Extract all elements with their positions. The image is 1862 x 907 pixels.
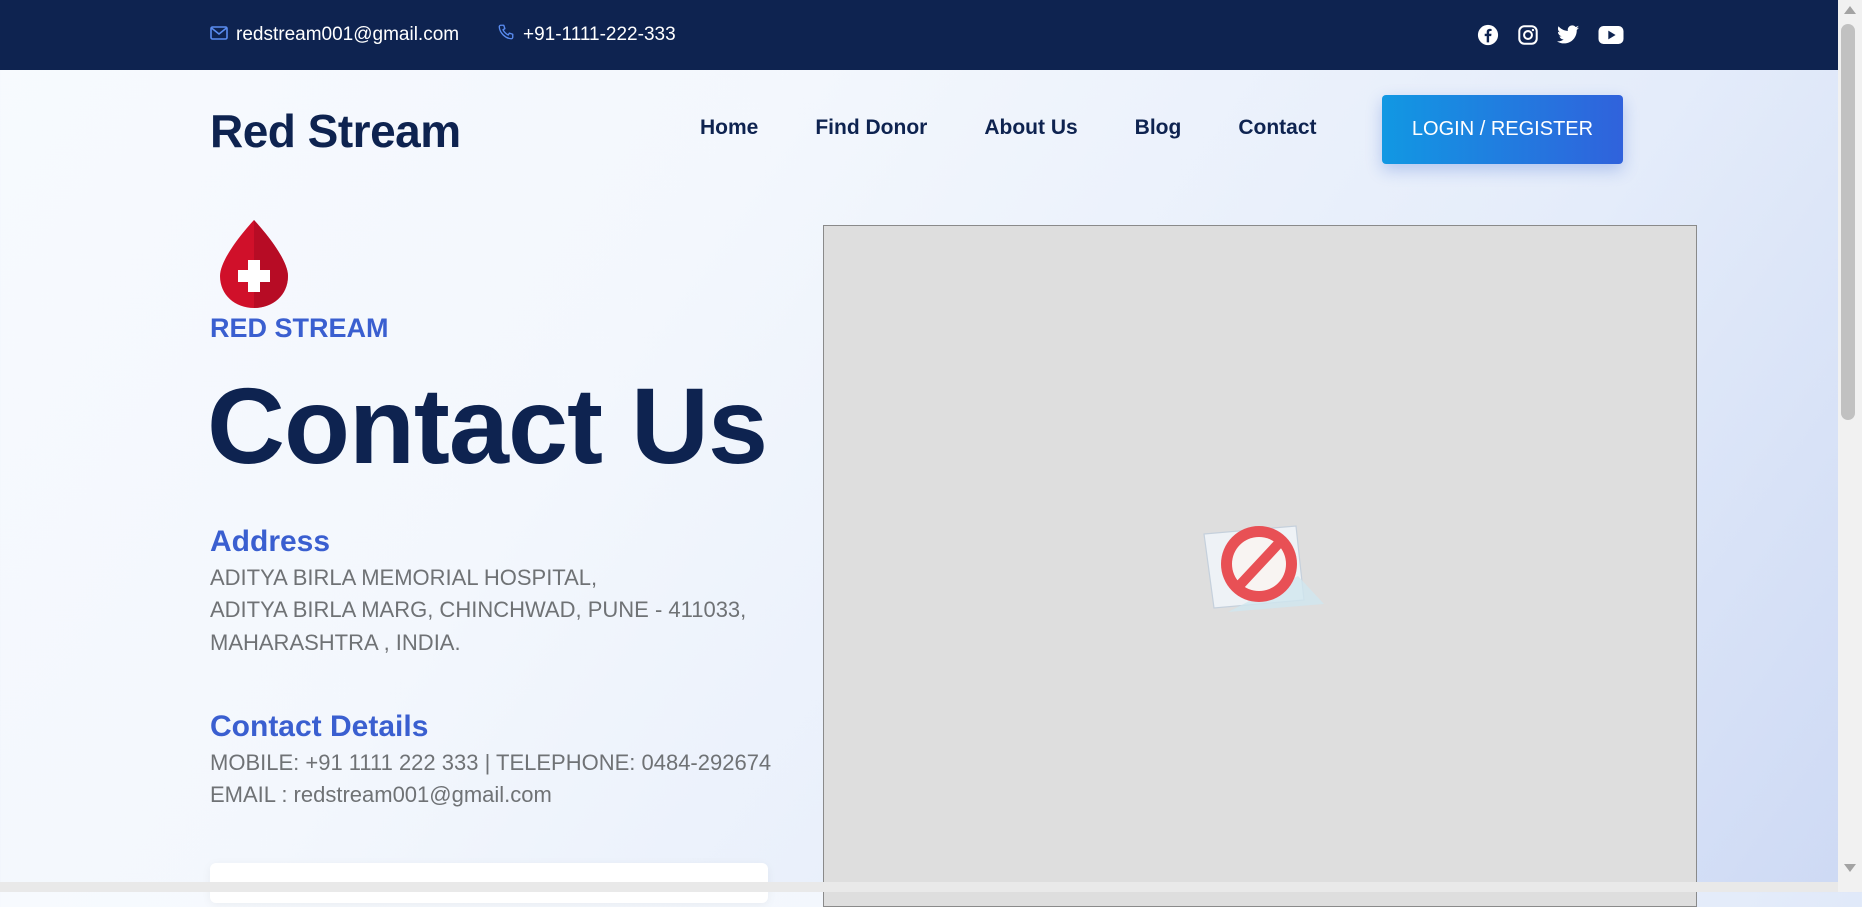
- blocked-content-icon: [1198, 516, 1324, 621]
- address-line: MAHARASHTRA , INDIA.: [210, 630, 461, 655]
- twitter-icon[interactable]: [1557, 25, 1580, 45]
- main-navbar: Red Stream Home Find Donor About Us Blog…: [0, 70, 1838, 190]
- nav-menu: Home Find Donor About Us Blog Contact: [700, 116, 1374, 140]
- phone-icon: [497, 23, 523, 47]
- scrollbar-thumb[interactable]: [1841, 24, 1855, 420]
- topbar-email[interactable]: redstream001@gmail.com: [210, 0, 459, 70]
- facebook-icon[interactable]: [1477, 24, 1499, 46]
- logo-caption: RED STREAM: [210, 313, 389, 343]
- login-register-button[interactable]: LOGIN / REGISTER: [1382, 95, 1623, 164]
- horizontal-scrollbar[interactable]: [0, 882, 1838, 892]
- mail-icon: [210, 24, 236, 46]
- topbar-phone-text: +91-1111-222-333: [523, 24, 676, 45]
- contact-details-title: Contact Details: [210, 710, 429, 743]
- scroll-up-icon[interactable]: [1844, 6, 1856, 14]
- nav-link-blog[interactable]: Blog: [1135, 116, 1182, 140]
- address-line: ADITYA BIRLA MEMORIAL HOSPITAL,: [210, 565, 598, 590]
- scroll-down-icon[interactable]: [1844, 864, 1856, 872]
- youtube-icon[interactable]: [1598, 25, 1624, 45]
- map-embed[interactable]: [823, 225, 1697, 907]
- topbar-phone[interactable]: +91-1111-222-333: [497, 0, 676, 70]
- instagram-icon[interactable]: [1517, 24, 1539, 46]
- top-contact-bar: redstream001@gmail.com +91-1111-222-333: [0, 0, 1838, 70]
- topbar-email-text: redstream001@gmail.com: [236, 24, 460, 45]
- contact-email-line: EMAIL : redstream001@gmail.com: [210, 782, 552, 807]
- nav-link-home[interactable]: Home: [700, 116, 758, 140]
- brand-logo-text[interactable]: Red Stream: [210, 104, 461, 158]
- contact-phone-line: MOBILE: +91 1111 222 333 | TELEPHONE: 04…: [210, 750, 772, 775]
- nav-link-about-us[interactable]: About Us: [984, 116, 1077, 140]
- nav-link-find-donor[interactable]: Find Donor: [815, 116, 927, 140]
- address-title: Address: [210, 525, 331, 558]
- social-links: [1477, 0, 1624, 70]
- address-line: ADITYA BIRLA MARG, CHINCHWAD, PUNE - 411…: [210, 597, 747, 622]
- nav-link-contact[interactable]: Contact: [1238, 116, 1316, 140]
- page-title: Contact Us: [207, 365, 768, 486]
- blood-drop-cross-icon: [218, 218, 290, 315]
